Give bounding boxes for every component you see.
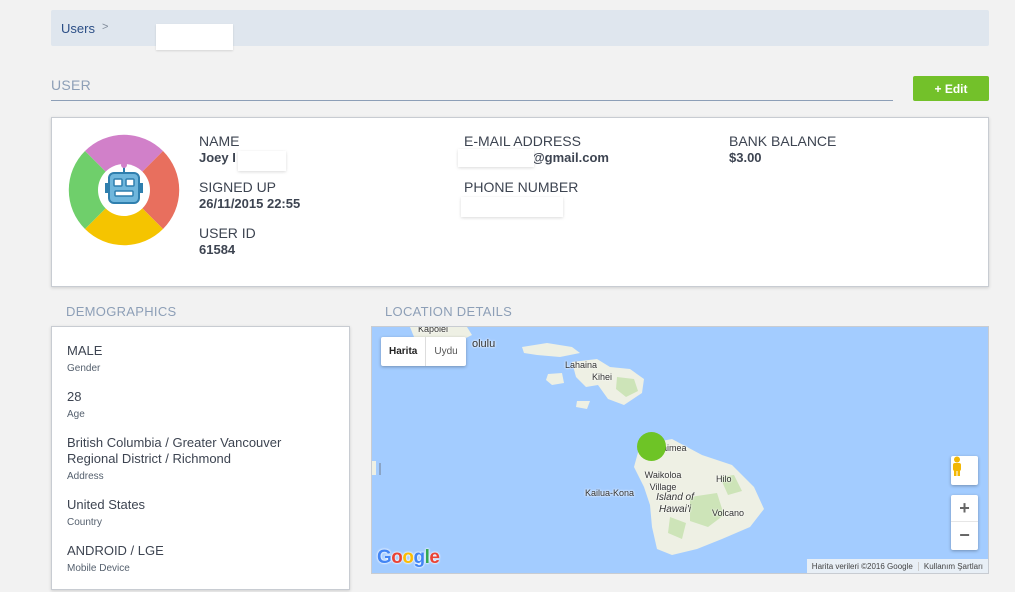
map-type-map-button[interactable]: Harita <box>381 337 427 366</box>
redacted-phone <box>461 197 563 217</box>
name-field: NAME Joey I <box>199 133 239 165</box>
age-label: Age <box>67 409 85 420</box>
device-label: Mobile Device <box>67 563 130 574</box>
location-title: LOCATION DETAILS <box>385 304 513 319</box>
address-value: British Columbia / Greater Vancouver Reg… <box>67 435 282 466</box>
user-id-value: 61584 <box>199 242 236 257</box>
redacted-email <box>458 149 534 167</box>
phone-label: PHONE NUMBER <box>464 179 579 195</box>
email-label: E-MAIL ADDRESS <box>464 133 581 149</box>
country-value: United States <box>67 497 146 512</box>
device-item: ANDROID / LGE Mobile Device <box>67 543 327 574</box>
user-id-label: USER ID <box>199 225 256 241</box>
gender-label: Gender <box>67 363 101 374</box>
gender-value: MALE <box>67 343 103 358</box>
map-label-kihei: Kihei <box>592 372 613 382</box>
user-profile-card: NAME Joey I SIGNED UP 26/11/2015 22:55 U… <box>51 117 989 287</box>
map-label-island: Island of Hawai'i <box>656 492 694 515</box>
map-label-kailua-kona: Kailua-Kona <box>585 488 635 498</box>
zoom-control: + − <box>951 495 978 550</box>
bank-balance-label: BANK BALANCE <box>729 133 837 149</box>
phone-field: PHONE NUMBER <box>464 179 578 195</box>
user-id-field: USER ID 61584 <box>199 225 256 257</box>
signed-up-label: SIGNED UP <box>199 179 277 195</box>
user-section-title: USER <box>51 77 92 93</box>
address-item: British Columbia / Greater Vancouver Reg… <box>67 435 327 482</box>
map-label-waikoloa: Waikoloa Village <box>644 470 682 492</box>
gender-item: MALE Gender <box>67 343 327 374</box>
age-item: 28 Age <box>67 389 327 420</box>
signed-up-value: 26/11/2015 22:55 <box>199 196 301 211</box>
map-label-kapolei: Kapolei <box>418 326 449 334</box>
breadcrumb-separator: > <box>102 21 109 33</box>
redacted-breadcrumb-item <box>156 24 233 50</box>
zoom-out-button[interactable]: − <box>951 522 978 549</box>
location-marker[interactable] <box>637 432 666 461</box>
pegman-icon[interactable] <box>951 456 978 485</box>
avatar <box>68 134 180 246</box>
map-type-control: Harita Uydu <box>381 337 466 366</box>
redacted-name <box>238 151 286 171</box>
device-value: ANDROID / LGE <box>67 543 164 558</box>
country-item: United States Country <box>67 497 327 528</box>
signed-up-field: SIGNED UP 26/11/2015 22:55 <box>199 179 300 211</box>
zoom-in-button[interactable]: + <box>951 495 978 522</box>
name-label: NAME <box>199 133 240 149</box>
google-logo: Google <box>377 547 440 568</box>
name-value: Joey I <box>199 150 236 165</box>
terms-of-use-link[interactable]: Kullanım Şartları <box>917 561 988 571</box>
map-label-hilo: Hilo <box>716 474 732 484</box>
location-map[interactable]: Kapolei olulu Lahaina Kihei aimea Waikol… <box>371 326 989 574</box>
edit-button[interactable]: + Edit <box>913 76 989 101</box>
bank-balance-field: BANK BALANCE $3.00 <box>729 133 836 165</box>
map-label-honolulu: olulu <box>472 338 496 350</box>
demographics-title: DEMOGRAPHICS <box>66 304 177 319</box>
map-label-lahaina: Lahaina <box>565 360 598 370</box>
map-data-credit: Harita verileri ©2016 Google <box>811 561 913 571</box>
map-attribution: Harita verileri ©2016 Google Kullanım Şa… <box>806 559 988 573</box>
breadcrumb: Users > <box>51 10 989 50</box>
section-divider <box>51 100 893 101</box>
breadcrumb-users-link[interactable]: Users <box>61 21 95 36</box>
street-view-icon <box>953 456 961 476</box>
map-label-volcano: Volcano <box>712 508 745 518</box>
address-label: Address <box>67 471 104 482</box>
map-type-satellite-button[interactable]: Uydu <box>426 337 465 366</box>
age-value: 28 <box>67 389 82 404</box>
bank-balance-value: $3.00 <box>729 150 762 165</box>
demographics-card: MALE Gender 28 Age British Columbia / Gr… <box>51 326 350 590</box>
country-label: Country <box>67 517 103 528</box>
